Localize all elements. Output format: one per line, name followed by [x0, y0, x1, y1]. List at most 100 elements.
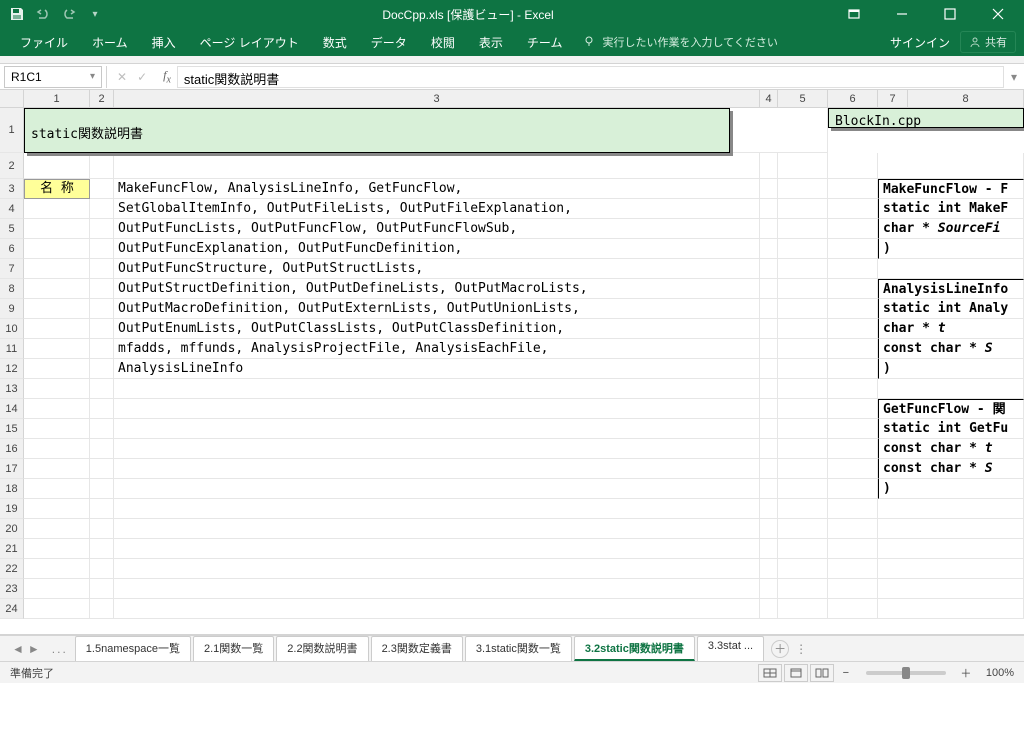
tab-insert[interactable]: 挿入 — [140, 28, 188, 56]
zoom-slider[interactable] — [866, 671, 946, 675]
cell[interactable] — [878, 559, 1024, 579]
column-header[interactable]: 6 — [828, 90, 878, 108]
cell[interactable] — [778, 259, 828, 279]
sheet-overflow-left[interactable]: ... — [46, 642, 74, 656]
signin-link[interactable]: サインイン — [890, 34, 950, 51]
row-header[interactable]: 1 — [0, 108, 24, 153]
cells-area[interactable]: static関数説明書BlockIn.cpp名 称MakeFuncFlow, A… — [24, 108, 1024, 619]
cell[interactable] — [778, 219, 828, 239]
cell[interactable] — [760, 239, 778, 259]
cell[interactable] — [778, 519, 828, 539]
normal-view-button[interactable] — [758, 664, 782, 682]
chevron-down-icon[interactable]: ▾ — [90, 71, 95, 82]
cell[interactable] — [24, 579, 90, 599]
add-sheet-button[interactable]: ＋ — [771, 640, 789, 658]
code-preview-cell[interactable]: AnalysisLineInfo — [878, 279, 1024, 299]
page-layout-view-button[interactable] — [784, 664, 808, 682]
cell[interactable] — [90, 499, 114, 519]
cell[interactable] — [778, 199, 828, 219]
cell[interactable] — [828, 459, 878, 479]
row-header[interactable]: 16 — [0, 439, 24, 459]
row-header[interactable]: 23 — [0, 579, 24, 599]
column-header[interactable]: 1 — [24, 90, 90, 108]
row-header[interactable]: 7 — [0, 259, 24, 279]
row-header[interactable]: 19 — [0, 499, 24, 519]
cell[interactable] — [878, 499, 1024, 519]
data-cell[interactable]: SetGlobalItemInfo, OutPutFileLists, OutP… — [114, 199, 760, 219]
row-header[interactable]: 6 — [0, 239, 24, 259]
row-header[interactable]: 18 — [0, 479, 24, 499]
cell[interactable] — [778, 239, 828, 259]
cell[interactable] — [114, 459, 760, 479]
row-header[interactable]: 3 — [0, 179, 24, 199]
cell[interactable] — [828, 319, 878, 339]
cell[interactable] — [90, 199, 114, 219]
row-header[interactable]: 8 — [0, 279, 24, 299]
sheet-next-icon[interactable]: ► — [28, 642, 40, 656]
code-preview-cell[interactable]: ) — [878, 479, 1024, 499]
maximize-button[interactable] — [928, 0, 972, 28]
cell[interactable] — [90, 579, 114, 599]
row-header[interactable]: 13 — [0, 379, 24, 399]
cell[interactable] — [828, 539, 878, 559]
column-header[interactable]: 2 — [90, 90, 114, 108]
code-preview-cell[interactable]: ) — [878, 359, 1024, 379]
cell[interactable] — [878, 539, 1024, 559]
cell[interactable] — [828, 239, 878, 259]
row-header[interactable]: 15 — [0, 419, 24, 439]
code-preview-cell[interactable]: ) — [878, 239, 1024, 259]
cell[interactable] — [760, 479, 778, 499]
cell[interactable] — [760, 379, 778, 399]
cell[interactable] — [24, 539, 90, 559]
cell[interactable] — [760, 179, 778, 199]
cell[interactable] — [760, 279, 778, 299]
sheet-tab[interactable]: 2.2関数説明書 — [276, 636, 368, 661]
row-header[interactable]: 17 — [0, 459, 24, 479]
cell[interactable] — [24, 359, 90, 379]
cell[interactable] — [778, 379, 828, 399]
cell[interactable] — [760, 199, 778, 219]
code-preview-cell[interactable]: static int GetFu — [878, 419, 1024, 439]
cell[interactable] — [778, 479, 828, 499]
customize-qat-icon[interactable]: ▾ — [86, 5, 104, 23]
cell[interactable] — [778, 539, 828, 559]
data-cell[interactable]: OutPutFuncExplanation, OutPutFuncDefinit… — [114, 239, 760, 259]
row-header[interactable]: 12 — [0, 359, 24, 379]
cell[interactable] — [828, 399, 878, 419]
cell[interactable] — [114, 153, 760, 179]
close-button[interactable] — [976, 0, 1020, 28]
cell[interactable] — [778, 279, 828, 299]
cell[interactable] — [878, 519, 1024, 539]
cell[interactable] — [114, 559, 760, 579]
page-break-view-button[interactable] — [810, 664, 834, 682]
cell[interactable] — [24, 399, 90, 419]
code-preview-cell[interactable]: GetFuncFlow - 関 — [878, 399, 1024, 419]
cell[interactable] — [828, 299, 878, 319]
code-preview-cell[interactable]: static int MakeF — [878, 199, 1024, 219]
cell[interactable] — [90, 459, 114, 479]
data-cell[interactable]: OutPutFuncLists, OutPutFuncFlow, OutPutF… — [114, 219, 760, 239]
cell[interactable] — [828, 479, 878, 499]
code-preview-cell[interactable]: MakeFuncFlow - F — [878, 179, 1024, 199]
zoom-in-button[interactable]: ＋ — [956, 665, 976, 681]
fx-icon[interactable]: fx — [157, 68, 177, 85]
cell[interactable] — [24, 439, 90, 459]
cell[interactable] — [760, 419, 778, 439]
column-header[interactable]: 7 — [878, 90, 908, 108]
cell[interactable] — [778, 339, 828, 359]
cell[interactable] — [828, 279, 878, 299]
cell[interactable] — [828, 153, 878, 179]
worksheet-grid[interactable]: 12345678 1234567891011121314151617181920… — [0, 90, 1024, 635]
cell[interactable] — [828, 359, 878, 379]
row-header[interactable]: 4 — [0, 199, 24, 219]
cell[interactable] — [778, 459, 828, 479]
data-cell[interactable]: OutPutStructDefinition, OutPutDefineList… — [114, 279, 760, 299]
cell[interactable] — [90, 319, 114, 339]
cell[interactable] — [760, 259, 778, 279]
row-header[interactable]: 10 — [0, 319, 24, 339]
tab-formulas[interactable]: 数式 — [311, 28, 359, 56]
sheet-tab[interactable]: 1.5namespace一覧 — [75, 636, 191, 661]
tab-review[interactable]: 校閲 — [419, 28, 467, 56]
cell[interactable] — [24, 319, 90, 339]
cell[interactable] — [760, 339, 778, 359]
